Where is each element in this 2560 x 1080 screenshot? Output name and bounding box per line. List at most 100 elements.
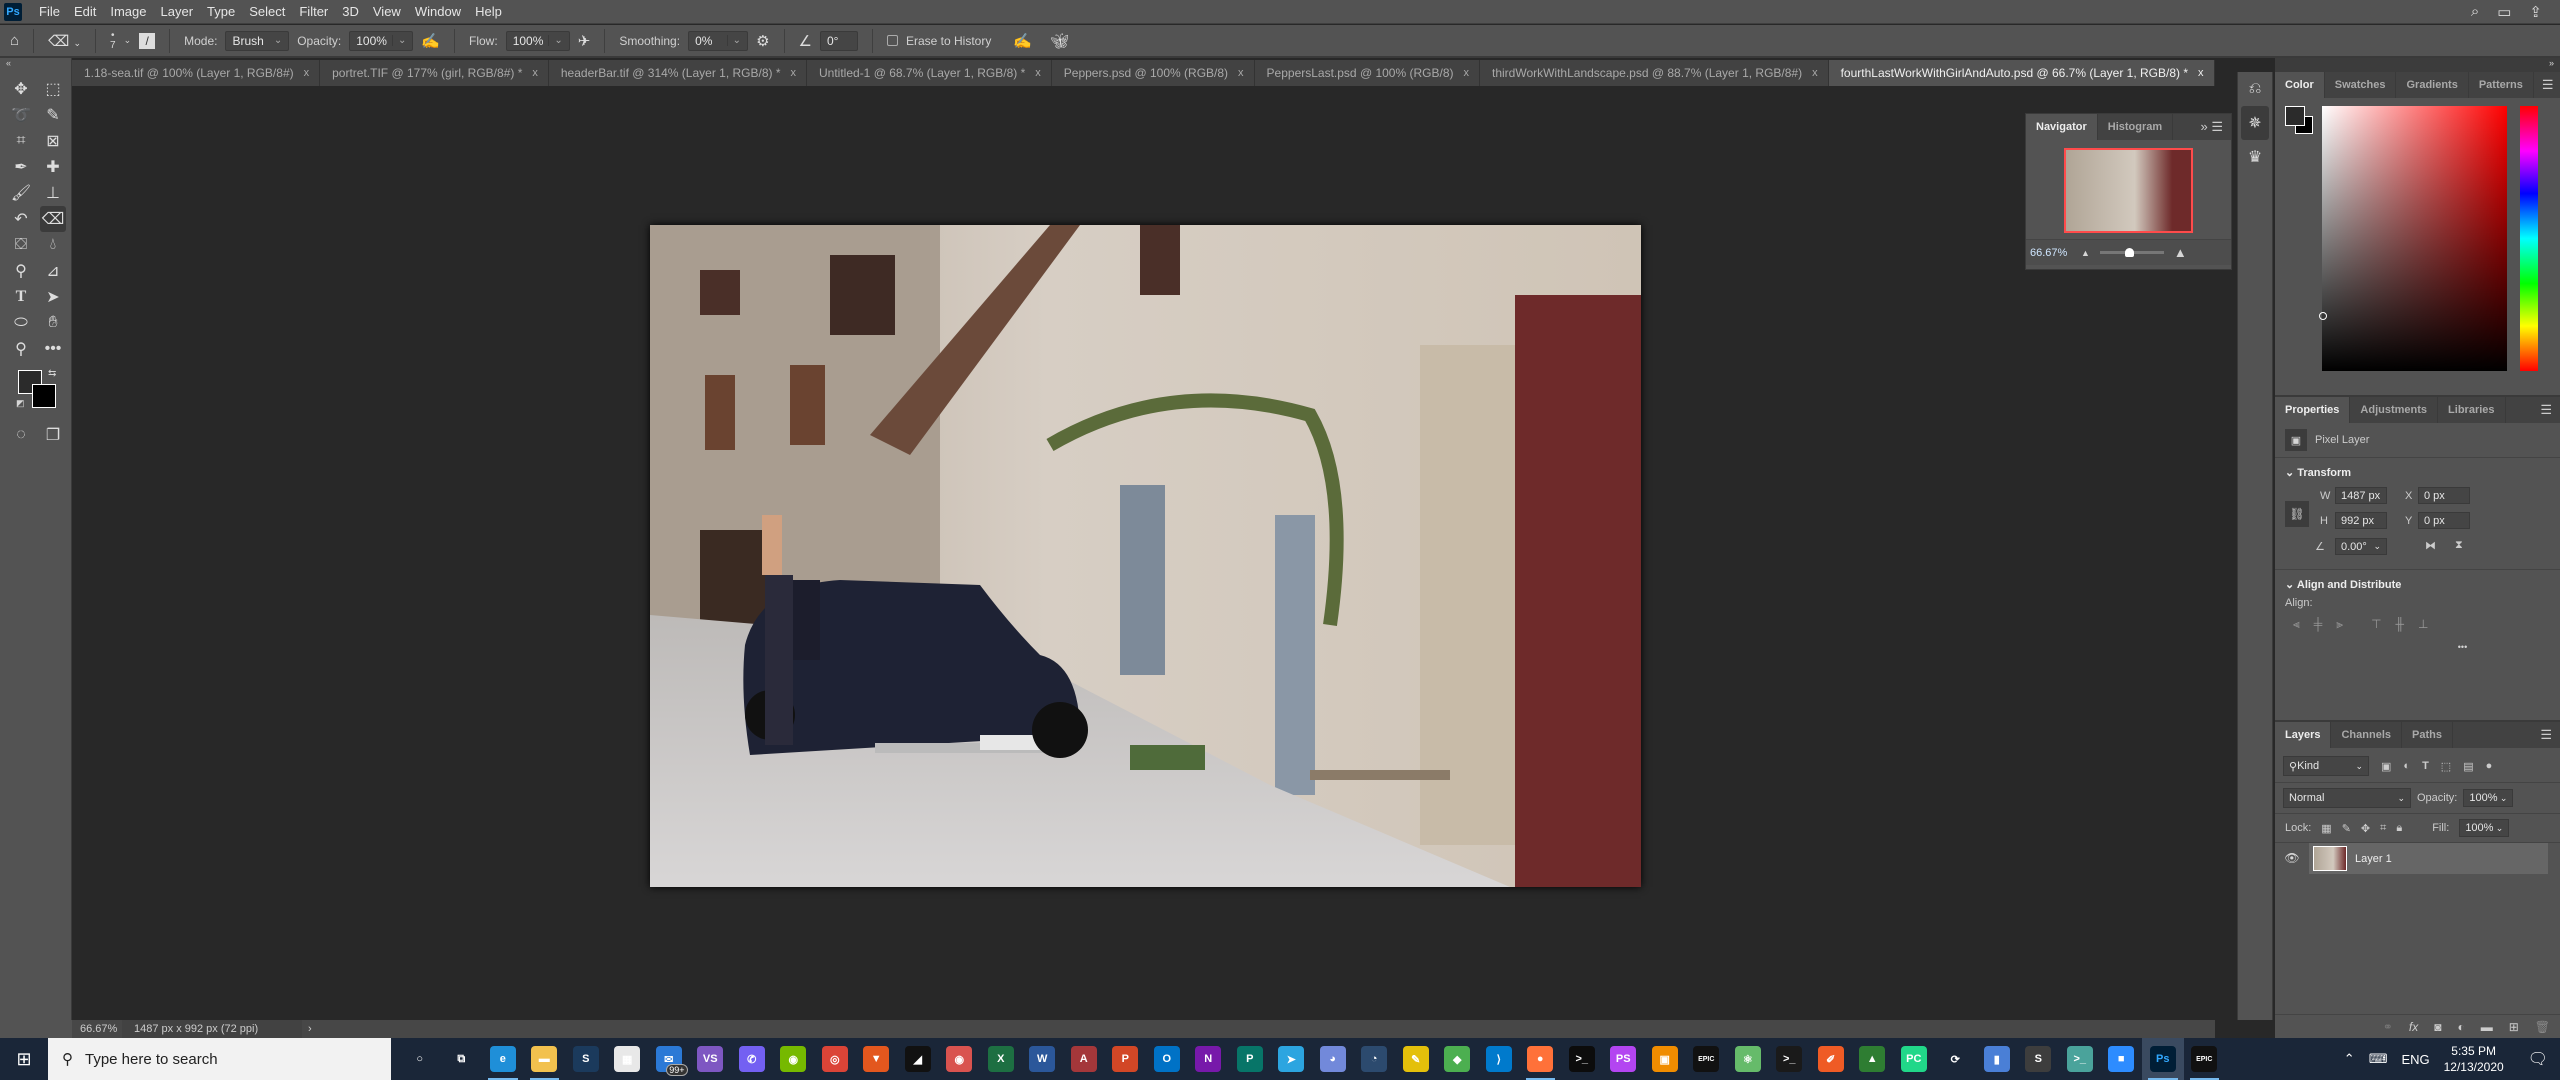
panel-menu-icon[interactable]: » ☰ bbox=[2193, 114, 2232, 140]
close-tab-icon[interactable]: x bbox=[1035, 67, 1041, 79]
taskbar-dark-app[interactable]: ◢ bbox=[897, 1038, 939, 1080]
align-chevron-icon[interactable]: ⌄ bbox=[2285, 579, 2297, 591]
taskbar-access[interactable]: A bbox=[1063, 1038, 1105, 1080]
language-indicator[interactable]: ENG bbox=[2401, 1052, 2429, 1067]
menu-window[interactable]: Window bbox=[408, 4, 468, 19]
ellipse-tool-icon[interactable]: ⬭ bbox=[8, 310, 34, 336]
collapse-icon[interactable]: « bbox=[0, 58, 71, 70]
menu-image[interactable]: Image bbox=[103, 4, 153, 19]
visibility-eye-icon[interactable]: 👁︎ bbox=[2275, 843, 2309, 874]
align-bottom-icon[interactable]: ⊥ bbox=[2418, 617, 2428, 632]
pen-tool-icon[interactable]: ⊿ bbox=[40, 258, 66, 284]
align-right-icon[interactable]: ⫸ bbox=[2336, 617, 2343, 632]
tab-libraries[interactable]: Libraries bbox=[2438, 397, 2506, 423]
clone-source-icon[interactable]: ♛ bbox=[2238, 140, 2272, 174]
document-tab[interactable]: headerBar.tif @ 314% (Layer 1, RGB/8) * x bbox=[548, 60, 807, 86]
height-input[interactable]: 992 px bbox=[2335, 512, 2387, 529]
color-picker-cursor[interactable] bbox=[2319, 312, 2327, 320]
filter-shape-icon[interactable]: ⬚ bbox=[2441, 760, 2451, 773]
type-tool-icon[interactable]: T bbox=[8, 284, 34, 310]
menu-edit[interactable]: Edit bbox=[67, 4, 103, 19]
delete-layer-icon[interactable]: 🗑︎ bbox=[2535, 1020, 2550, 1034]
menu-type[interactable]: Type bbox=[200, 4, 242, 19]
tab-adjustments[interactable]: Adjustments bbox=[2350, 397, 2439, 423]
taskbar-chart-app[interactable]: ▮ bbox=[1976, 1038, 2018, 1080]
taskbar-excel[interactable]: X bbox=[980, 1038, 1022, 1080]
close-tab-icon[interactable]: x bbox=[2198, 67, 2204, 79]
taskbar-nvidia[interactable]: ◉ bbox=[773, 1038, 815, 1080]
menu-select[interactable]: Select bbox=[242, 4, 292, 19]
taskbar-onenote[interactable]: N bbox=[1188, 1038, 1230, 1080]
screen-mode-icon[interactable]: ❐ bbox=[40, 422, 66, 448]
taskbar-vscode[interactable]: ⟩ bbox=[1478, 1038, 1520, 1080]
filter-toggle[interactable]: ● bbox=[2486, 760, 2493, 772]
align-left-icon[interactable]: ⫷ bbox=[2293, 617, 2300, 632]
color-swatches[interactable]: ⇆ ◩ bbox=[14, 368, 71, 422]
taskbar-epic-games[interactable]: EPIC bbox=[1686, 1038, 1728, 1080]
taskbar-chrome[interactable]: ◎ bbox=[814, 1038, 856, 1080]
new-group-icon[interactable]: ▬ bbox=[2481, 1020, 2493, 1034]
lock-image-icon[interactable]: ✎ bbox=[2342, 822, 2351, 835]
angle-input[interactable]: 0° bbox=[819, 30, 858, 51]
layer-name[interactable]: Layer 1 bbox=[2355, 853, 2392, 865]
document-tab[interactable]: thirdWorkWithLandscape.psd @ 88.7% (Laye… bbox=[1479, 60, 1829, 86]
expand-panels-icon[interactable]: » bbox=[2275, 58, 2560, 72]
clock[interactable]: 5:35 PM 12/13/2020 bbox=[2444, 1043, 2504, 1075]
transform-chevron-icon[interactable]: ⌄ bbox=[2285, 467, 2297, 479]
menu-help[interactable]: Help bbox=[468, 4, 509, 19]
taskbar-postman[interactable]: ✐ bbox=[1810, 1038, 1852, 1080]
zoom-tool-icon[interactable]: ⚲ bbox=[8, 336, 34, 362]
taskbar-publisher[interactable]: P bbox=[1229, 1038, 1271, 1080]
width-input[interactable]: 1487 px bbox=[2335, 487, 2387, 504]
taskbar-rocket-app[interactable]: ▲ bbox=[1852, 1038, 1894, 1080]
windows-start-icon[interactable]: ⊞ bbox=[0, 1038, 48, 1080]
keyboard-icon[interactable]: ⌨ bbox=[2369, 1051, 2388, 1067]
taskbar-viber[interactable]: ✆ bbox=[731, 1038, 773, 1080]
document-tab[interactable]: portret.TIF @ 177% (girl, RGB/8#) * x bbox=[320, 60, 549, 86]
taskbar-phpstorm[interactable]: PS bbox=[1603, 1038, 1645, 1080]
tab-patterns[interactable]: Patterns bbox=[2469, 72, 2534, 98]
document-tab[interactable]: Peppers.psd @ 100% (RGB/8) x bbox=[1051, 60, 1255, 86]
align-hcenter-icon[interactable]: ╪ bbox=[2314, 617, 2323, 632]
smoothing-input[interactable]: 0% ⌄ bbox=[688, 30, 749, 51]
marquee-tool-icon[interactable]: ⬚ bbox=[40, 76, 66, 102]
taskbar-edge[interactable]: e bbox=[482, 1038, 524, 1080]
swap-colors-icon[interactable]: ⇆ bbox=[48, 368, 56, 379]
lock-transparent-icon[interactable]: ▦ bbox=[2321, 822, 2331, 835]
lasso-tool-icon[interactable]: ➰ bbox=[8, 102, 34, 128]
layer-filter-select[interactable]: ⚲ Kind ⌄ bbox=[2283, 756, 2369, 776]
tab-histogram[interactable]: Histogram bbox=[2098, 114, 2174, 140]
taskbar-photoshop[interactable]: Ps bbox=[2142, 1038, 2184, 1080]
show-hidden-icons-icon[interactable]: ⌃ bbox=[2344, 1051, 2355, 1067]
tab-properties[interactable]: Properties bbox=[2275, 397, 2351, 423]
history-icon[interactable]: ⎌ bbox=[2238, 72, 2272, 106]
more-tools-icon[interactable]: ••• bbox=[40, 336, 66, 362]
navigator-zoom[interactable]: 66.67% bbox=[2026, 247, 2081, 259]
taskbar-orange-app[interactable]: ▣ bbox=[1644, 1038, 1686, 1080]
flip-horizontal-icon[interactable]: ⧓ bbox=[2425, 539, 2436, 552]
blend-mode-select[interactable]: Normal ⌄ bbox=[2283, 788, 2411, 808]
tab-swatches[interactable]: Swatches bbox=[2325, 72, 2397, 98]
taskbar-powerpoint[interactable]: P bbox=[1105, 1038, 1147, 1080]
history-brush-tool-icon[interactable]: ↶ bbox=[8, 206, 34, 232]
taskbar-media-app[interactable]: ◉ bbox=[939, 1038, 981, 1080]
taskbar-word[interactable]: W bbox=[1022, 1038, 1064, 1080]
crop-tool-icon[interactable]: ⌗ bbox=[8, 128, 34, 154]
clone-stamp-tool-icon[interactable]: ⊥ bbox=[40, 180, 66, 206]
zoom-in-icon[interactable]: ▲ bbox=[2174, 245, 2187, 260]
taskbar-visual-studio[interactable]: VS bbox=[690, 1038, 732, 1080]
eraser-tool-icon[interactable]: ⌫ bbox=[40, 206, 66, 232]
panel-menu-icon[interactable]: ☰ bbox=[2532, 722, 2560, 748]
filter-type-icon[interactable]: T bbox=[2422, 760, 2429, 772]
hand-tool-icon[interactable]: ✋︎ bbox=[40, 310, 66, 336]
mode-select[interactable]: Brush ⌄ bbox=[225, 30, 290, 51]
taskbar-search-box[interactable]: ⚲ Type here to search bbox=[48, 1038, 391, 1080]
quick-mask-icon[interactable]: ◌ bbox=[8, 422, 34, 448]
angle-input[interactable]: 0.00° ⌄ bbox=[2335, 538, 2387, 555]
airbrush-icon[interactable]: ✈ bbox=[578, 32, 591, 50]
navigator-zoom-slider[interactable] bbox=[2099, 248, 2164, 257]
tab-gradients[interactable]: Gradients bbox=[2396, 72, 2469, 98]
zoom-level[interactable]: 66.67% bbox=[72, 1023, 122, 1035]
move-tool-icon[interactable]: ✥ bbox=[8, 76, 34, 102]
taskbar-git-app[interactable]: ◆ bbox=[1437, 1038, 1479, 1080]
